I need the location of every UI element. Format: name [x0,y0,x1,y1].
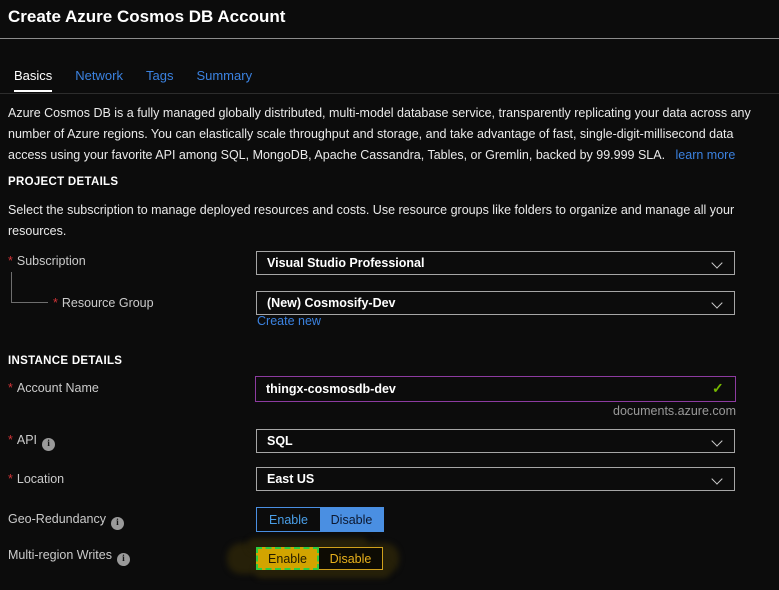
create-new-link[interactable]: Create new [257,314,321,328]
tab-bar: Basics Network Tags Summary [14,68,252,92]
tab-summary[interactable]: Summary [196,68,252,92]
geo-redundancy-toggle: Enable Disable [256,507,384,532]
resource-group-select[interactable]: (New) Cosmosify-Dev [256,291,735,315]
subscription-label: *Subscription [8,254,86,268]
tab-network[interactable]: Network [75,68,123,92]
learn-more-link[interactable]: learn more [676,148,736,162]
valid-checkmark-icon: ✓ [712,380,724,397]
subscription-value: Visual Studio Professional [267,256,424,270]
title-divider [0,38,779,39]
project-details-heading: PROJECT DETAILS [8,176,118,188]
project-details-description: Select the subscription to manage deploy… [8,200,753,242]
chevron-down-icon [711,297,722,308]
required-marker: * [8,381,13,395]
api-value: SQL [267,434,293,448]
resource-group-label: *Resource Group [53,296,154,310]
location-select[interactable]: East US [256,467,735,491]
info-icon[interactable]: i [117,553,130,566]
required-marker: * [8,254,13,268]
multi-region-writes-toggle: Enable Disable [256,547,383,570]
tabs-divider [0,93,779,94]
required-marker: * [8,433,13,447]
required-marker: * [53,296,58,310]
tab-basics[interactable]: Basics [14,68,52,92]
multi-region-writes-disable-button[interactable]: Disable [319,547,383,570]
info-icon[interactable]: i [111,517,124,530]
tab-tags[interactable]: Tags [146,68,173,92]
multi-region-writes-label: Multi-region Writesi [8,548,130,566]
subscription-select[interactable]: Visual Studio Professional [256,251,735,275]
service-description: Azure Cosmos DB is a fully managed globa… [8,103,774,166]
hierarchy-connector [11,272,48,303]
chevron-down-icon [711,473,722,484]
geo-redundancy-label: Geo-Redundancyi [8,512,124,530]
service-description-text: Azure Cosmos DB is a fully managed globa… [8,106,751,162]
multi-region-writes-enable-button[interactable]: Enable [256,547,319,570]
info-icon[interactable]: i [42,438,55,451]
geo-redundancy-disable-button[interactable]: Disable [320,508,383,531]
chevron-down-icon [711,435,722,446]
required-marker: * [8,472,13,486]
page-title: Create Azure Cosmos DB Account [8,7,285,27]
resource-group-value: (New) Cosmosify-Dev [267,296,396,310]
account-name-label: *Account Name [8,381,99,395]
account-name-input[interactable] [255,376,736,402]
create-cosmos-db-page: Create Azure Cosmos DB Account Basics Ne… [0,0,779,590]
chevron-down-icon [711,257,722,268]
domain-hint: documents.azure.com [255,404,736,418]
location-label: *Location [8,472,64,486]
api-select[interactable]: SQL [256,429,735,453]
geo-redundancy-enable-button[interactable]: Enable [257,508,320,531]
api-label: *APIi [8,433,55,451]
location-value: East US [267,472,314,486]
instance-details-heading: INSTANCE DETAILS [8,355,122,367]
